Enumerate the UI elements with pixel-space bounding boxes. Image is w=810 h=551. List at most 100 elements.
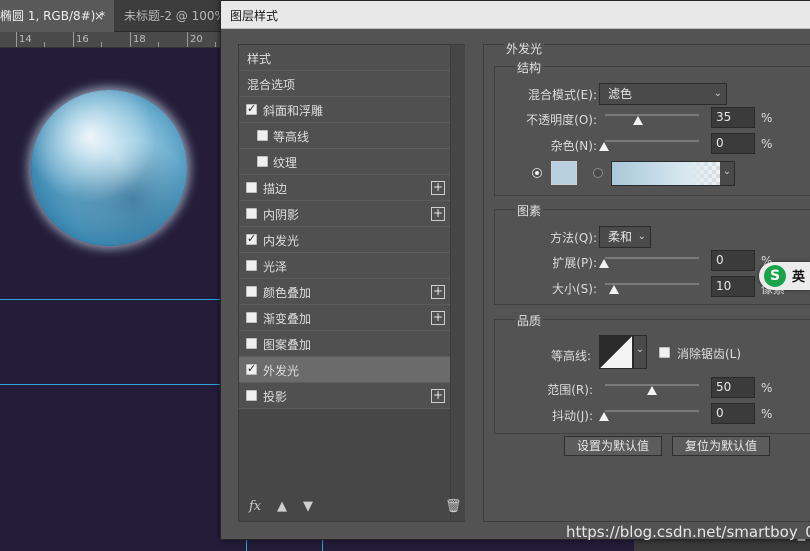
chevron-down-icon: ⌄ [713,88,722,99]
size-label: 大小(S): [551,282,597,296]
jitter-label: 抖动(J): [552,409,593,423]
style-list-label: 纹理 [273,156,298,170]
style-list-label: 渐变叠加 [263,312,312,326]
arrow-down-icon[interactable]: ▼ [303,499,313,514]
fx-icon[interactable]: fx [249,499,261,514]
checkbox-unchecked[interactable] [246,338,257,349]
style-list-item-contour[interactable]: 等高线 [239,123,450,149]
gradient-picker[interactable]: ⌄ [611,161,735,186]
arrow-up-icon[interactable]: ▲ [277,499,287,514]
ruler-tick [73,32,74,47]
size-input[interactable]: 10 [711,276,755,297]
dialog-title: 图层样式 [230,9,279,23]
size-slider-track[interactable] [605,283,699,285]
noise-unit: % [761,137,773,151]
style-list-item-pattern-overlay[interactable]: 图案叠加 [239,331,450,357]
spread-slider-track[interactable] [605,257,699,259]
blend-mode-dropdown[interactable]: 滤色 ⌄ [599,83,727,105]
style-list-item-inner-glow[interactable]: 内发光 [239,227,450,253]
checkbox-checked[interactable] [246,232,257,245]
elements-title: 图素 [515,202,544,219]
contour-preview[interactable] [599,335,633,369]
checkbox-unchecked[interactable] [246,286,257,297]
jitter-slider-thumb[interactable] [599,412,609,421]
style-list-item-drop-shadow[interactable]: 投影 + [239,383,450,409]
checkbox-unchecked[interactable] [246,182,257,193]
contour-label: 等高线: [550,349,591,363]
range-slider-thumb[interactable] [647,386,657,395]
ruler-label: 20 [190,34,203,45]
spread-input[interactable]: 0 [711,250,755,271]
jitter-slider-track[interactable] [605,410,699,412]
noise-slider-track[interactable] [605,140,699,142]
style-list-item-satin[interactable]: 光泽 [239,253,450,279]
color-radio-selected[interactable] [532,168,542,178]
guide-line [0,384,230,385]
dialog-titlebar[interactable]: 图层样式 [221,1,810,29]
style-list-label: 等高线 [273,130,310,144]
opacity-input[interactable]: 35 [711,107,755,128]
add-icon[interactable]: + [431,181,445,195]
jitter-input[interactable]: 0 [711,403,755,424]
noise-label: 杂色(N): [550,139,597,153]
range-label: 范围(R): [547,383,593,397]
glow-color-swatch[interactable] [551,161,577,185]
range-input[interactable]: 50 [711,377,755,398]
technique-label: 方法(Q): [550,231,597,245]
add-icon[interactable]: + [431,311,445,325]
chevron-down-icon[interactable]: ⌄ [720,162,734,185]
elements-group: 图素 方法(Q): 柔和 ⌄ 扩展(P): 0 % 大小(S): 10 像素 [494,202,810,305]
checkbox-unchecked[interactable] [246,208,257,219]
style-list-scrollbar[interactable] [450,45,465,521]
ruler-tick [101,42,102,47]
style-list-item-bevel-emboss[interactable]: 斜面和浮雕 [239,97,450,123]
watermark-text: https://blog.csdn.net/smartboy_01 [566,523,810,541]
ruler-tick [44,42,45,47]
checkbox-unchecked[interactable] [246,390,257,401]
close-icon[interactable]: × [94,0,104,32]
add-icon[interactable]: + [431,389,445,403]
add-icon[interactable]: + [431,207,445,221]
style-list-item-color-overlay[interactable]: 颜色叠加 + [239,279,450,305]
document-tab-active[interactable]: 椭圆 1, RGB/8#) * × [0,0,114,32]
document-tab-inactive[interactable]: 未标题-2 @ 100% [124,0,226,32]
opacity-slider-thumb[interactable] [633,116,643,125]
size-slider-thumb[interactable] [609,285,619,294]
trash-icon[interactable]: 🗑 [445,499,462,514]
style-list-item-styles[interactable]: 样式 [239,45,450,71]
style-list-item-blending-options[interactable]: 混合选项 [239,71,450,97]
checkbox-unchecked[interactable] [257,130,268,141]
horizontal-ruler: 14 16 18 20 [0,32,230,48]
add-icon[interactable]: + [431,285,445,299]
style-list-item-outer-glow[interactable]: 外发光 [239,357,450,383]
guide-line [0,299,230,300]
ruler-label: 16 [76,34,89,45]
make-default-button[interactable]: 设置为默认值 [564,436,662,456]
reset-default-button[interactable]: 复位为默认值 [672,436,770,456]
style-list-item-stroke[interactable]: 描边 + [239,175,450,201]
document-tab-label: 未标题-2 @ 100% [124,9,226,23]
antialias-checkbox[interactable] [659,347,670,358]
style-list-label: 外发光 [263,364,300,378]
opacity-slider-track[interactable] [605,114,699,116]
noise-input[interactable]: 0 [711,133,755,154]
noise-slider-thumb[interactable] [599,142,609,151]
checkbox-unchecked[interactable] [257,156,268,167]
style-list-item-inner-shadow[interactable]: 内阴影 + [239,201,450,227]
style-list-item-texture[interactable]: 纹理 [239,149,450,175]
style-list-item-gradient-overlay[interactable]: 渐变叠加 + [239,305,450,331]
checkbox-unchecked[interactable] [246,312,257,323]
technique-dropdown[interactable]: 柔和 ⌄ [599,226,651,248]
ruler-label: 18 [133,34,146,45]
antialias-label: 消除锯齿(L) [677,347,742,361]
checkbox-unchecked[interactable] [246,260,257,271]
checkbox-checked[interactable] [246,102,257,115]
input-method-badge[interactable]: S 英 [759,262,810,290]
style-list-label: 描边 [263,182,288,196]
spread-slider-thumb[interactable] [599,259,609,268]
checkbox-checked[interactable] [246,362,257,375]
gradient-radio[interactable] [593,168,603,178]
style-list-label: 斜面和浮雕 [263,104,324,118]
document-canvas[interactable] [0,48,230,551]
chevron-down-icon[interactable]: ⌄ [633,335,647,369]
